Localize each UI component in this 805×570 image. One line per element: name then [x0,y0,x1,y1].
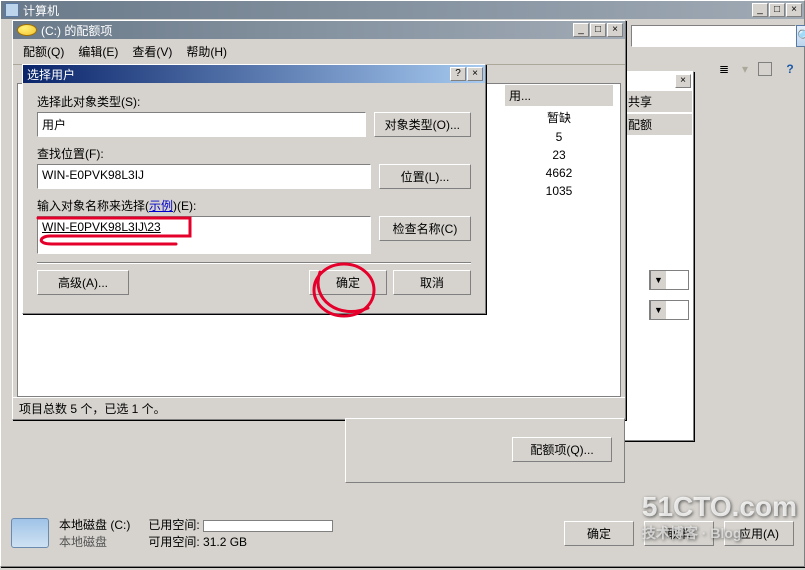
watermark-main: 51CTO.com [642,491,797,523]
explorer-titlebar: 计算机 _ □ × [1,1,804,19]
object-type-button[interactable]: 对象类型(O)... [374,112,471,137]
maximize-button[interactable]: □ [769,3,785,17]
side-panel-close[interactable]: × [675,74,691,88]
search-button[interactable]: 🔍 [796,25,805,47]
quota-item-button[interactable]: 配额项(Q)... [512,437,612,462]
search-icon: 🔍 [797,29,805,43]
watermark: 51CTO.com 技术博客 · Blog [642,491,797,543]
used-label: 已用空间: [148,518,199,532]
bottom-ok-button[interactable]: 确定 [564,521,634,546]
side-panel: × 共享 配额 ▼ ▼ [620,71,694,441]
location-input[interactable]: WIN-E0PVK98L3IJ [37,164,371,189]
location-label: 查找位置(F): [37,145,471,162]
names-value: WIN-E0PVK98L3IJ\23 [42,220,161,234]
names-input[interactable]: WIN-E0PVK98L3IJ\23 [37,216,371,254]
names-label: 输入对象名称来选择( [37,199,149,213]
organize-icon[interactable]: ≣ [716,61,732,77]
grid-row[interactable]: 1035 [504,182,614,200]
location-button[interactable]: 位置(L)... [379,164,471,189]
object-type-input[interactable]: 用户 [37,112,366,137]
advanced-button[interactable]: 高级(A)... [37,270,129,295]
menu-help[interactable]: 帮助(H) [180,41,233,62]
close-button[interactable]: × [786,3,802,17]
grid-col-share: 共享 [621,90,693,113]
grid-row[interactable]: 暂缺 [504,107,614,128]
dropdown-1[interactable]: ▼ [649,270,689,290]
names-label-suffix: )(E): [173,199,196,213]
select-user-dialog: 选择用户 ? × 选择此对象类型(S): 用户 对象类型(O)... 查找位置(… [22,64,486,314]
computer-icon [5,3,19,17]
grid-row[interactable]: 23 [504,146,614,164]
drive-label: 本地磁盘 (C:) [59,516,130,533]
search-input[interactable] [631,25,796,47]
quota-item-panel: 配额项(Q)... [345,418,625,483]
menu-edit[interactable]: 编辑(E) [72,41,124,62]
help-icon[interactable]: ? [782,61,798,77]
grid-row[interactable]: 5 [504,128,614,146]
toolbar: ≣ ▾ ? [716,61,798,77]
avail-value: 31.2 GB [203,535,247,549]
explorer-title: 计算机 [23,2,752,19]
quota-status-text: 项目总数 5 个，已选 1 个。 [19,402,166,416]
object-type-label: 选择此对象类型(S): [37,93,471,110]
quota-menubar: 配额(Q) 编辑(E) 查看(V) 帮助(H) [13,39,625,65]
avail-label: 可用空间: [148,535,199,549]
menu-quota[interactable]: 配额(Q) [17,41,70,62]
search-box: 🔍 [631,25,796,47]
quota-statusbar: 项目总数 5 个，已选 1 个。 [13,397,625,419]
example-link[interactable]: 示例 [149,199,173,213]
cancel-button[interactable]: 取消 [393,270,471,295]
dialog-titlebar: 选择用户 ? × [23,65,485,83]
quota-close[interactable]: × [607,23,623,37]
drive-type: 本地磁盘 [59,533,130,550]
dialog-close-button[interactable]: × [467,67,483,81]
quota-titlebar: (C:) 的配额项 _ □ × [13,21,625,39]
menu-view[interactable]: 查看(V) [126,41,178,62]
grid-header-used: 用... [504,84,614,107]
dialog-help-button[interactable]: ? [450,67,466,81]
drive-yellow-icon [17,24,37,36]
view-icon[interactable] [758,62,772,76]
watermark-sub: 技术博客 · Blog [642,523,797,543]
dropdown-2[interactable]: ▼ [649,300,689,320]
quota-title: (C:) 的配额项 [41,22,573,39]
ok-button[interactable]: 确定 [309,270,387,295]
quota-maximize[interactable]: □ [590,23,606,37]
dialog-title: 选择用户 [27,66,450,83]
grid-col-quota: 配额 [621,113,693,136]
check-names-button[interactable]: 检查名称(C) [379,216,471,241]
grid-row[interactable]: 4662 [504,164,614,182]
drive-icon [11,518,49,548]
quota-minimize[interactable]: _ [573,23,589,37]
minimize-button[interactable]: _ [752,3,768,17]
usage-bar [203,520,333,532]
